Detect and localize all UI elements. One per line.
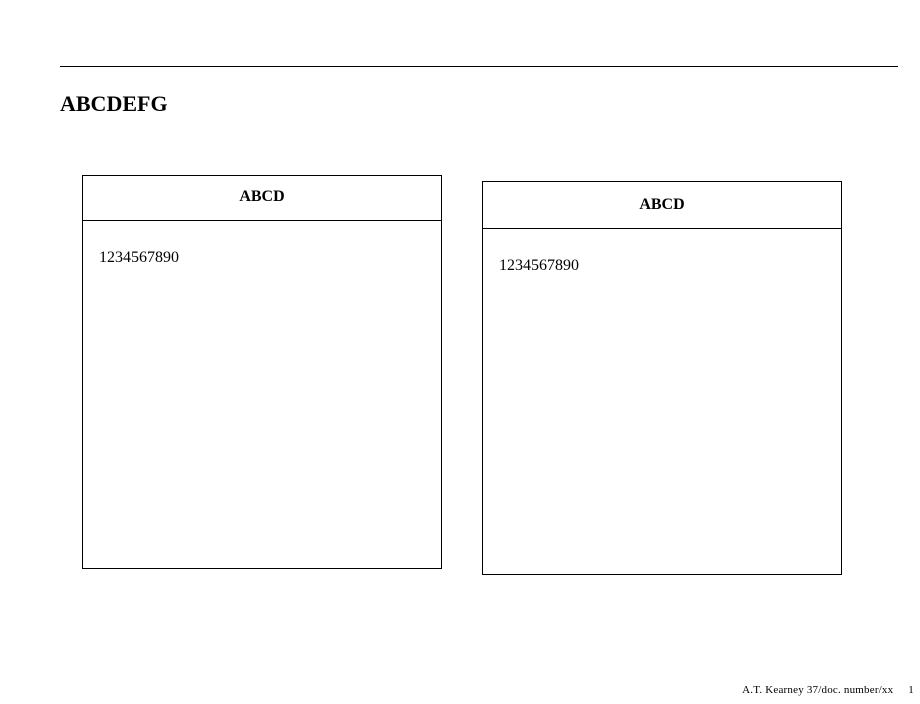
panel-right: ABCD 1234567890 [482,181,842,575]
divider-top [60,66,898,67]
slide-page: ABCDEFG ABCD 1234567890 ABCD 1234567890 [0,66,920,575]
panel-right-body: 1234567890 [483,229,841,574]
panel-left-body: 1234567890 [83,221,441,568]
panel-left-header: ABCD [83,176,441,221]
panel-row: ABCD 1234567890 ABCD 1234567890 [82,175,860,575]
footer: A.T. Kearney 37/doc. number/xx 1 [742,684,914,696]
footer-page-number: 1 [908,684,914,696]
footer-text: A.T. Kearney 37/doc. number/xx [742,684,893,696]
panel-right-header: ABCD [483,182,841,229]
panel-left: ABCD 1234567890 [82,175,442,569]
page-title: ABCDEFG [60,91,860,117]
